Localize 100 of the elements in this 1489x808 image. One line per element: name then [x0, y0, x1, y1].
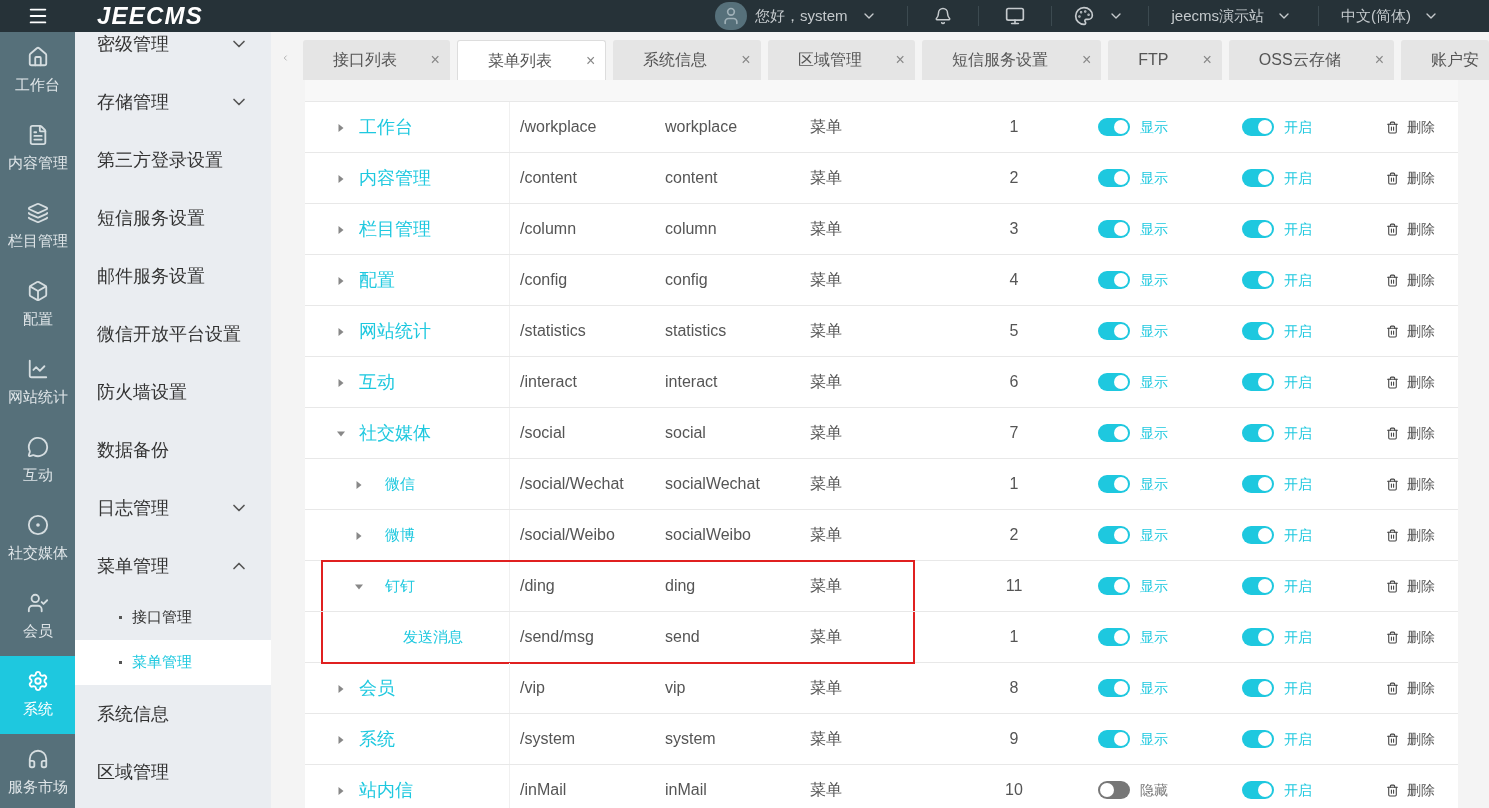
- tab[interactable]: FTP ×: [1108, 40, 1222, 80]
- caret-right-icon[interactable]: [355, 480, 363, 489]
- caret-down-icon[interactable]: [337, 429, 345, 438]
- tab[interactable]: OSS云存储 ×: [1228, 40, 1394, 80]
- rail-item[interactable]: 配置: [0, 266, 75, 344]
- caret-down-icon[interactable]: [355, 582, 363, 591]
- language-selector[interactable]: 中文(简体): [1341, 4, 1411, 28]
- rail-item[interactable]: 社交媒体: [0, 500, 75, 578]
- menu-item[interactable]: 菜单管理: [75, 537, 271, 595]
- trash-icon[interactable]: [1386, 120, 1399, 134]
- toggle-switch[interactable]: [1098, 220, 1130, 238]
- tab[interactable]: 账户安: [1401, 40, 1489, 80]
- rail-item[interactable]: 工作台: [0, 32, 75, 110]
- site-selector[interactable]: jeecms演示站: [1171, 4, 1264, 28]
- avatar[interactable]: [714, 2, 747, 30]
- rail-item[interactable]: 内容管理: [0, 110, 75, 188]
- toggle-switch[interactable]: [1098, 781, 1130, 799]
- caret-right-icon[interactable]: [337, 735, 345, 744]
- toggle-switch[interactable]: [1098, 169, 1130, 187]
- delete-link[interactable]: 删除: [1407, 218, 1435, 240]
- delete-link[interactable]: 删除: [1407, 116, 1435, 138]
- submenu-item[interactable]: 接口管理: [75, 595, 271, 640]
- delete-link[interactable]: 删除: [1407, 473, 1435, 495]
- toggle-switch[interactable]: [1242, 526, 1274, 544]
- toggle-switch[interactable]: [1242, 322, 1274, 340]
- delete-link[interactable]: 删除: [1407, 677, 1435, 699]
- toggle-switch[interactable]: [1242, 628, 1274, 646]
- toggle-switch[interactable]: [1098, 679, 1130, 697]
- toggle-switch[interactable]: [1242, 373, 1274, 391]
- toggle-switch[interactable]: [1242, 424, 1274, 442]
- delete-link[interactable]: 删除: [1407, 422, 1435, 444]
- delete-link[interactable]: 删除: [1407, 320, 1435, 342]
- rail-item[interactable]: 网站统计: [0, 344, 75, 422]
- menu-item[interactable]: 邮件服务设置: [75, 247, 271, 305]
- delete-link[interactable]: 删除: [1407, 626, 1435, 648]
- trash-icon[interactable]: [1386, 783, 1399, 797]
- trash-icon[interactable]: [1386, 222, 1399, 236]
- toggle-switch[interactable]: [1098, 271, 1130, 289]
- toggle-switch[interactable]: [1098, 577, 1130, 595]
- toggle-switch[interactable]: [1098, 730, 1130, 748]
- tab[interactable]: 接口列表 ×: [302, 40, 450, 80]
- delete-link[interactable]: 删除: [1407, 167, 1435, 189]
- toggle-switch[interactable]: [1242, 730, 1274, 748]
- menu-item[interactable]: 短信服务设置: [75, 189, 271, 247]
- palette-icon[interactable]: [1074, 6, 1095, 26]
- caret-right-icon[interactable]: [355, 531, 363, 540]
- toggle-switch[interactable]: [1098, 475, 1130, 493]
- trash-icon[interactable]: [1386, 324, 1399, 338]
- caret-right-icon[interactable]: [337, 327, 345, 336]
- caret-right-icon[interactable]: [337, 123, 345, 132]
- delete-link[interactable]: 删除: [1407, 779, 1435, 801]
- trash-icon[interactable]: [1386, 426, 1399, 440]
- trash-icon[interactable]: [1386, 477, 1399, 491]
- trash-icon[interactable]: [1386, 732, 1399, 746]
- tab[interactable]: 系统信息 ×: [613, 40, 761, 80]
- trash-icon[interactable]: [1386, 375, 1399, 389]
- rail-item[interactable]: 服务市场: [0, 734, 75, 808]
- toggle-switch[interactable]: [1242, 220, 1274, 238]
- rail-item[interactable]: 互动: [0, 422, 75, 500]
- menu-item[interactable]: 存储管理: [75, 73, 271, 131]
- caret-right-icon[interactable]: [337, 225, 345, 234]
- caret-right-icon[interactable]: [337, 684, 345, 693]
- menu-item[interactable]: 日志管理: [75, 479, 271, 537]
- menu-item[interactable]: 微信开放平台设置: [75, 305, 271, 363]
- toggle-switch[interactable]: [1242, 118, 1274, 136]
- trash-icon[interactable]: [1386, 630, 1399, 644]
- tab[interactable]: 短信服务设置 ×: [921, 40, 1102, 80]
- toggle-switch[interactable]: [1098, 373, 1130, 391]
- toggle-switch[interactable]: [1098, 526, 1130, 544]
- toggle-switch[interactable]: [1242, 577, 1274, 595]
- toggle-switch[interactable]: [1098, 628, 1130, 646]
- caret-right-icon[interactable]: [337, 378, 345, 387]
- monitor-icon[interactable]: [1005, 6, 1026, 26]
- caret-right-icon[interactable]: [337, 174, 345, 183]
- toggle-switch[interactable]: [1098, 322, 1130, 340]
- tab[interactable]: 区域管理 ×: [767, 40, 915, 80]
- delete-link[interactable]: 删除: [1407, 524, 1435, 546]
- trash-icon[interactable]: [1386, 171, 1399, 185]
- close-icon[interactable]: ×: [585, 48, 596, 73]
- trash-icon[interactable]: [1386, 681, 1399, 695]
- menu-item[interactable]: 系统信息: [75, 685, 271, 743]
- menu-item[interactable]: 密级管理: [75, 32, 271, 73]
- trash-icon[interactable]: [1386, 528, 1399, 542]
- menu-item[interactable]: 数据备份: [75, 421, 271, 479]
- tab[interactable]: 菜单列表 ×: [456, 40, 607, 80]
- menu-item[interactable]: 区域管理: [75, 743, 271, 801]
- trash-icon[interactable]: [1386, 579, 1399, 593]
- toggle-switch[interactable]: [1242, 169, 1274, 187]
- caret-right-icon[interactable]: [337, 276, 345, 285]
- rail-item[interactable]: 栏目管理: [0, 188, 75, 266]
- menu-item[interactable]: 防火墙设置: [75, 363, 271, 421]
- delete-link[interactable]: 删除: [1407, 269, 1435, 291]
- rail-item[interactable]: 会员: [0, 578, 75, 656]
- bell-icon[interactable]: [934, 7, 953, 25]
- menu-item[interactable]: 第三方登录设置: [75, 131, 271, 189]
- toggle-switch[interactable]: [1098, 424, 1130, 442]
- trash-icon[interactable]: [1386, 273, 1399, 287]
- delete-link[interactable]: 删除: [1407, 728, 1435, 750]
- delete-link[interactable]: 删除: [1407, 575, 1435, 597]
- delete-link[interactable]: 删除: [1407, 371, 1435, 393]
